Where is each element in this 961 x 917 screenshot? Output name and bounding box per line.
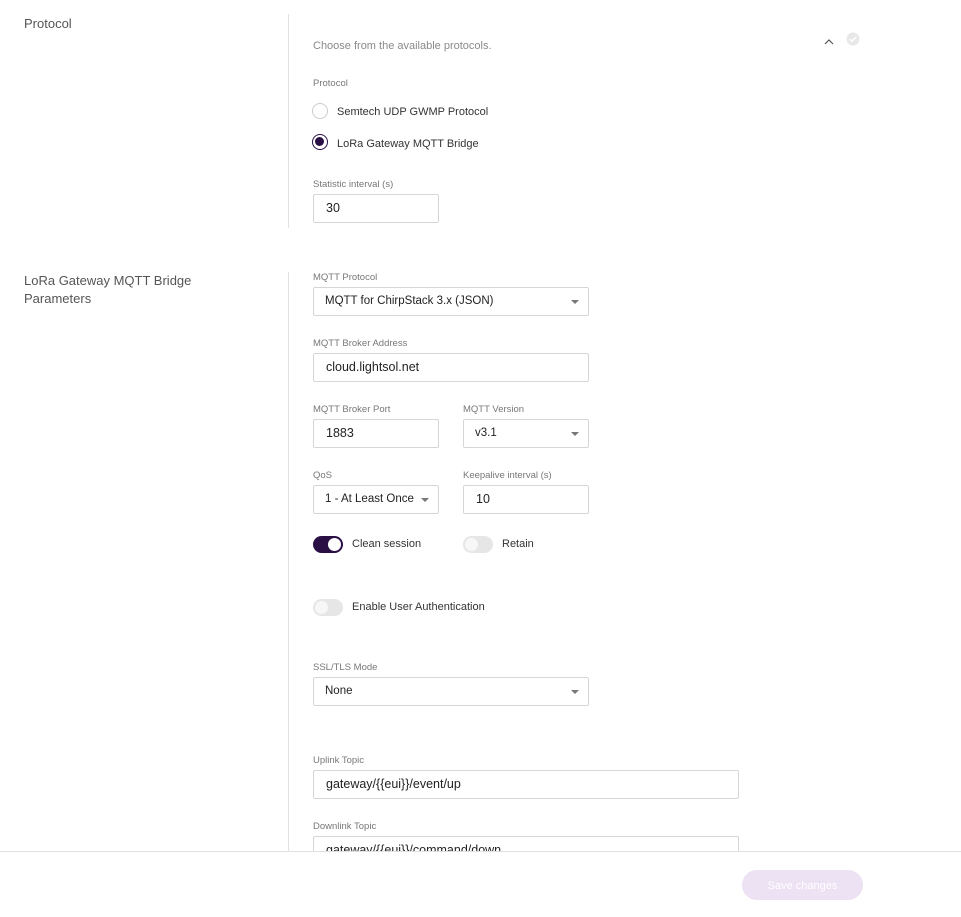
- mqtt-version-value: v3.1: [475, 427, 497, 439]
- retain-toggle[interactable]: [463, 536, 493, 553]
- caret-down-icon: [571, 300, 579, 304]
- broker-address-label: MQTT Broker Address: [313, 338, 408, 349]
- radio-semtech-udp[interactable]: [312, 103, 328, 119]
- protocol-section-title: Protocol: [24, 16, 72, 31]
- mqtt-section-title: LoRa Gateway MQTT Bridge Parameters: [24, 273, 192, 306]
- keepalive-label: Keepalive interval (s): [463, 470, 552, 481]
- clean-session-toggle[interactable]: [313, 536, 343, 553]
- chevron-up-icon[interactable]: [823, 34, 835, 45]
- caret-down-icon: [571, 432, 579, 436]
- broker-port-input[interactable]: 1883: [313, 419, 439, 448]
- caret-down-icon: [571, 690, 579, 694]
- qos-select[interactable]: 1 - At Least Once: [313, 485, 439, 514]
- broker-address-input[interactable]: cloud.lightsol.net: [313, 353, 589, 382]
- section-divider: [288, 272, 289, 852]
- downlink-topic-label: Downlink Topic: [313, 821, 377, 832]
- qos-label: QoS: [313, 470, 333, 481]
- broker-port-label: MQTT Broker Port: [313, 404, 391, 415]
- ssl-mode-select[interactable]: None: [313, 677, 589, 706]
- mqtt-protocol-value: MQTT for ChirpStack 3.x (JSON): [325, 295, 494, 307]
- user-auth-label: Enable User Authentication: [352, 601, 485, 613]
- keepalive-input[interactable]: 10: [463, 485, 589, 514]
- mqtt-protocol-select[interactable]: MQTT for ChirpStack 3.x (JSON): [313, 287, 589, 316]
- statistic-interval-input[interactable]: 30: [313, 194, 439, 223]
- uplink-topic-input[interactable]: gateway/{{eui}}/event/up: [313, 770, 739, 799]
- radio-semtech-udp-label[interactable]: Semtech UDP GWMP Protocol: [337, 106, 488, 118]
- caret-down-icon: [421, 498, 429, 502]
- protocol-field-label: Protocol: [313, 78, 348, 89]
- radio-lora-mqtt-bridge-label[interactable]: LoRa Gateway MQTT Bridge: [337, 138, 479, 150]
- mqtt-version-label: MQTT Version: [463, 404, 525, 415]
- mqtt-version-select[interactable]: v3.1: [463, 419, 589, 448]
- check-circle-icon: [846, 32, 860, 46]
- radio-lora-mqtt-bridge[interactable]: [312, 134, 328, 150]
- mqtt-protocol-label: MQTT Protocol: [313, 272, 378, 283]
- protocol-description: Choose from the available protocols.: [313, 40, 492, 52]
- save-changes-button[interactable]: Save changes: [742, 870, 863, 900]
- ssl-mode-label: SSL/TLS Mode: [313, 662, 378, 673]
- ssl-mode-value: None: [325, 685, 353, 697]
- statistic-interval-label: Statistic interval (s): [313, 179, 394, 190]
- section-divider: [288, 14, 289, 228]
- qos-value: 1 - At Least Once: [325, 493, 414, 505]
- user-auth-toggle[interactable]: [313, 599, 343, 616]
- clean-session-label: Clean session: [352, 538, 422, 550]
- retain-label: Retain: [502, 538, 534, 550]
- uplink-topic-label: Uplink Topic: [313, 755, 365, 766]
